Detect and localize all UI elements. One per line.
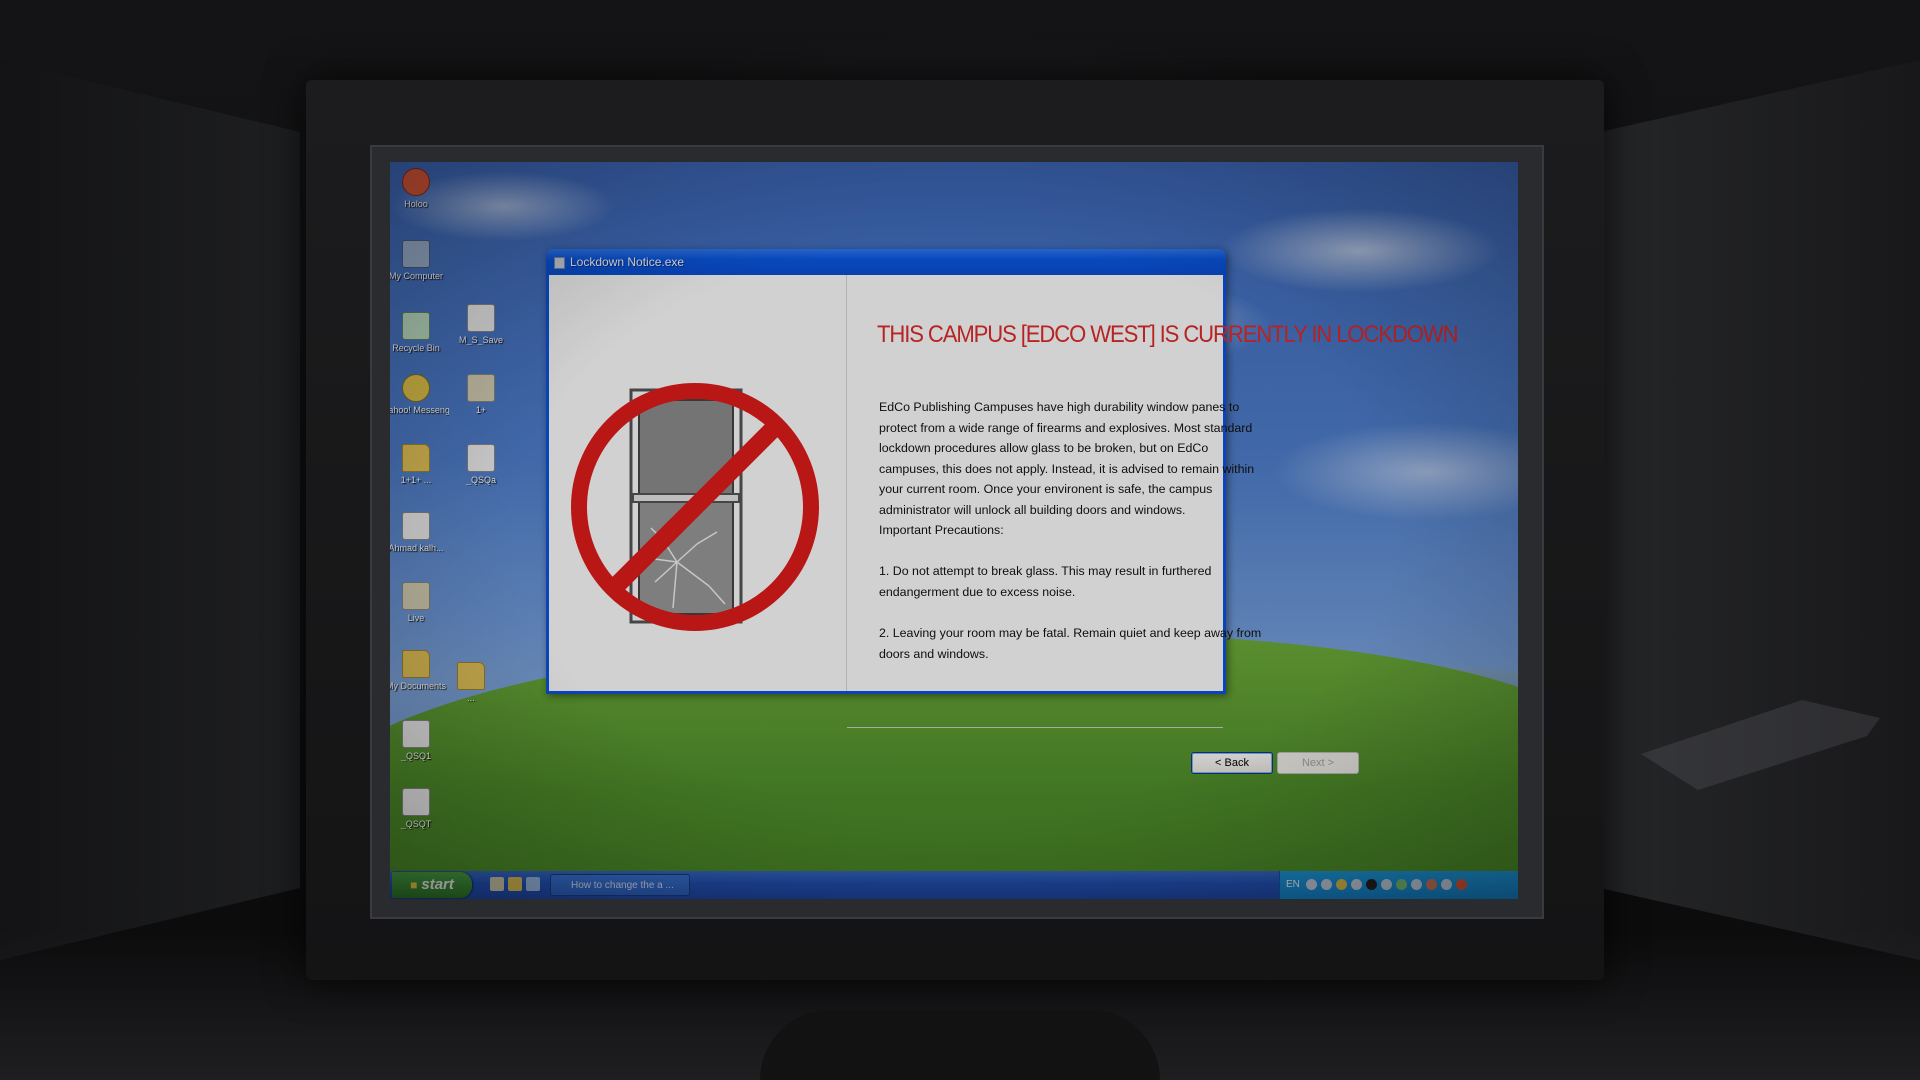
desktop-icon-qsqt[interactable]: _QSQT xyxy=(390,788,449,830)
desktop-icon-recycle-bin[interactable]: Recycle Bin xyxy=(390,312,449,354)
application-icon xyxy=(554,257,565,269)
desktop-icon-ahmad[interactable]: Ahmad kalh... xyxy=(390,512,449,554)
precaution-2: 2. Leaving your room may be fatal. Remai… xyxy=(879,626,1262,661)
precaution-1: 1. Do not attempt to break glass. This m… xyxy=(879,564,1212,599)
desktop-screen: Holoo My Computer Recycle Bin M_S_Save Y… xyxy=(390,162,1518,899)
desktop-icon-folder-2[interactable]: ... xyxy=(438,662,504,704)
footer-divider xyxy=(847,727,1223,728)
desktop-icon-m-s-save[interactable]: M_S_Save xyxy=(448,304,514,346)
explorer-icon[interactable] xyxy=(508,877,522,891)
live-icon xyxy=(402,582,430,610)
tray-icon[interactable] xyxy=(1336,879,1347,890)
show-desktop-icon[interactable] xyxy=(490,877,504,891)
tray-icon[interactable] xyxy=(1411,879,1422,890)
tray-icon[interactable] xyxy=(1351,879,1362,890)
browser-icon[interactable] xyxy=(526,877,540,891)
tray-icon[interactable] xyxy=(1366,879,1377,890)
windows-flag-icon: ■ xyxy=(410,878,418,892)
window-title: Lockdown Notice.exe xyxy=(570,255,685,269)
desktop-icon-qsqa[interactable]: _QSQa xyxy=(448,444,514,486)
file-icon xyxy=(467,444,495,472)
info-paragraph: EdCo Publishing Campuses have high durab… xyxy=(879,400,1255,517)
shortcut-icon xyxy=(467,374,495,402)
desktop-icon-yahoo-messenger[interactable]: Yahoo! Messenger xyxy=(390,374,449,416)
taskbar: ■ start How to change the a ... EN xyxy=(390,871,1518,899)
document-icon xyxy=(402,512,430,540)
desktop-icon-1plus[interactable]: 1+ xyxy=(448,374,514,416)
right-wall xyxy=(1600,60,1920,960)
no-window-breaking-icon xyxy=(571,383,819,631)
desktop-icon-qsq1[interactable]: _QSQ1 xyxy=(390,720,449,762)
folder-icon xyxy=(457,662,485,690)
system-tray: EN xyxy=(1279,871,1518,899)
recycle-bin-icon xyxy=(402,312,430,340)
window-client-area: THIS CAMPUS [EDCO WEST] IS CURRENTLY IN … xyxy=(549,275,1459,774)
illustration-pane xyxy=(549,275,847,691)
my-documents-icon xyxy=(402,650,430,678)
file-icon xyxy=(402,788,430,816)
start-label: start xyxy=(421,876,454,893)
taskbar-item-browser[interactable]: How to change the a ... xyxy=(550,874,690,896)
tray-icon[interactable] xyxy=(1321,879,1332,890)
content-pane: THIS CAMPUS [EDCO WEST] IS CURRENTLY IN … xyxy=(847,275,1459,774)
file-icon xyxy=(467,304,495,332)
yahoo-messenger-icon xyxy=(402,374,430,402)
precautions-heading: Important Precautions: xyxy=(879,523,1004,537)
left-wall xyxy=(0,60,300,960)
lockdown-headline: THIS CAMPUS [EDCO WEST] IS CURRENTLY IN … xyxy=(877,321,1459,348)
language-indicator[interactable]: EN xyxy=(1286,879,1300,890)
desk xyxy=(760,1010,1160,1080)
tray-icon[interactable] xyxy=(1426,879,1437,890)
tray-icon[interactable] xyxy=(1381,879,1392,890)
lockdown-notice-window: Lockdown Notice.exe THIS CAMPUS [EDCO WE… xyxy=(546,249,1459,774)
desktop-icon-folder[interactable]: 1+1+ ... xyxy=(390,444,449,486)
my-computer-icon xyxy=(402,240,430,268)
desktop-icon-live[interactable]: Live xyxy=(390,582,449,624)
folder-icon xyxy=(402,444,430,472)
holoo-icon xyxy=(402,168,430,196)
tray-icon[interactable] xyxy=(1306,879,1317,890)
tray-icon[interactable] xyxy=(1396,879,1407,890)
next-button[interactable]: Next > xyxy=(1277,752,1359,774)
window-titlebar[interactable]: Lockdown Notice.exe xyxy=(546,249,1226,275)
tray-icon[interactable] xyxy=(1456,879,1467,890)
desktop-icon-holoo[interactable]: Holoo xyxy=(390,168,449,210)
file-icon xyxy=(402,720,430,748)
tray-icon[interactable] xyxy=(1441,879,1452,890)
desktop-icon-my-computer[interactable]: My Computer xyxy=(390,240,449,282)
start-button[interactable]: ■ start xyxy=(392,872,472,898)
back-button[interactable]: < Back xyxy=(1191,752,1273,774)
